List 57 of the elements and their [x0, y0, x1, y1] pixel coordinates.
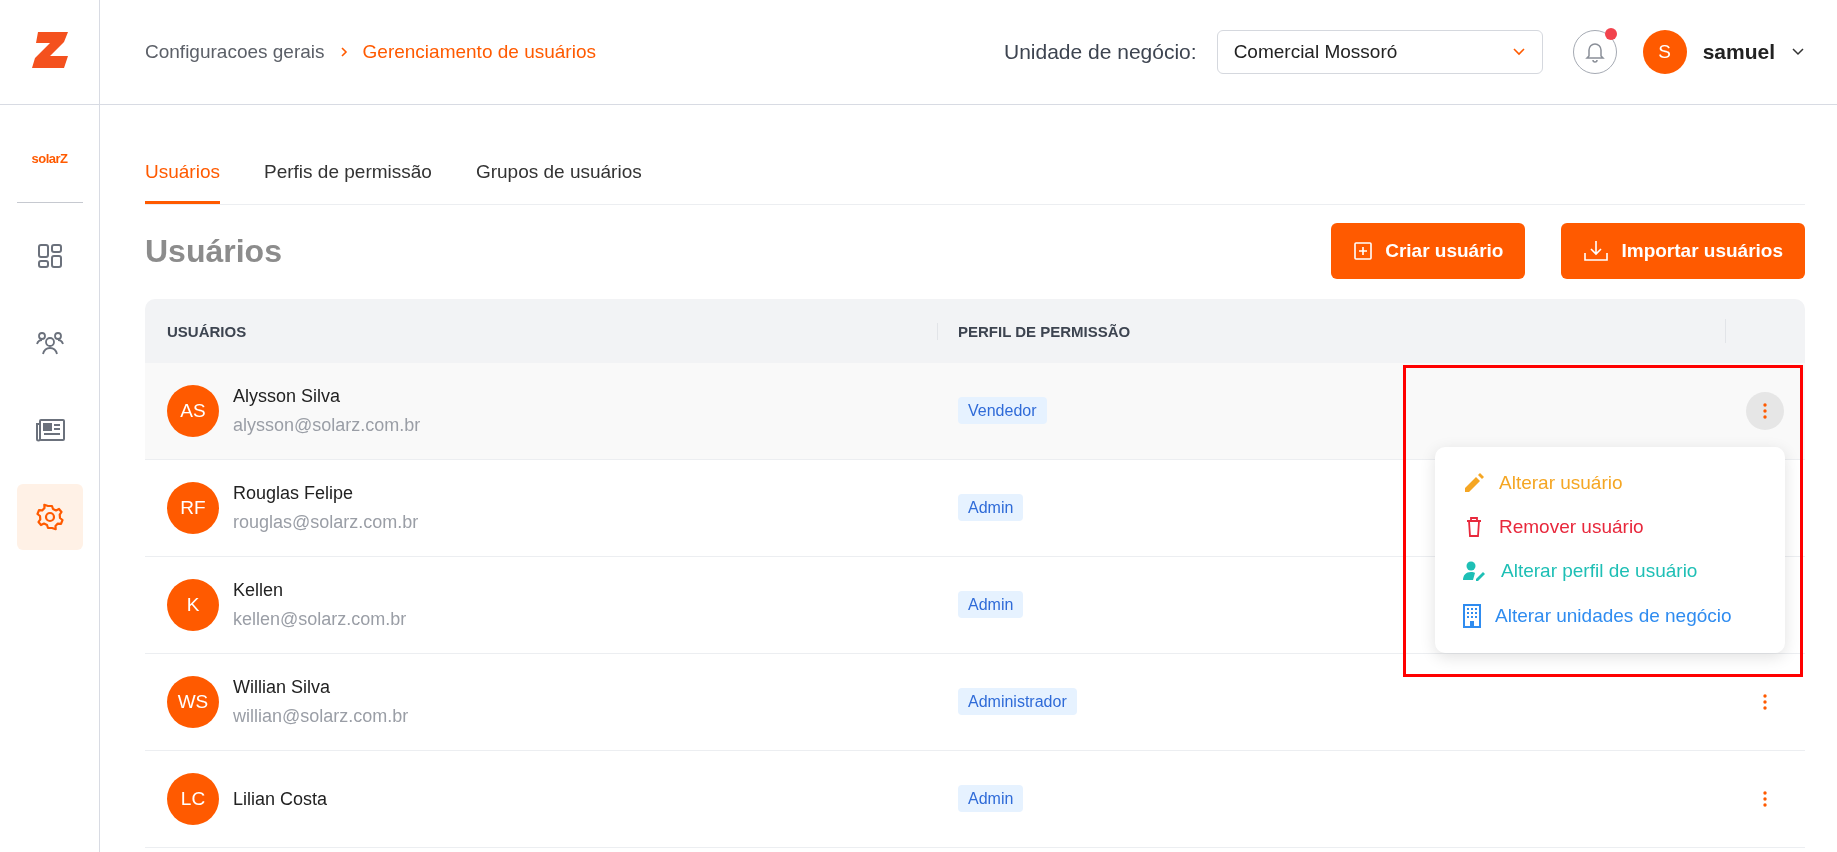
- chevron-right-icon: [338, 46, 349, 58]
- user-name: Kellen: [233, 580, 285, 601]
- more-button[interactable]: [1746, 392, 1784, 430]
- user-avatar: RF: [167, 482, 219, 534]
- breadcrumb-item[interactable]: Configuracoes gerais: [145, 41, 325, 63]
- tab[interactable]: Usuários: [145, 155, 220, 204]
- tab[interactable]: Perfis de permissão: [264, 155, 432, 204]
- page-title: Usuários: [145, 232, 282, 270]
- user-name: Rouglas Felipe: [233, 483, 355, 504]
- user-avatar: LC: [167, 773, 219, 825]
- user-avatar[interactable]: S: [1642, 30, 1687, 74]
- menu-item[interactable]: Remover usuário: [1435, 505, 1785, 549]
- import-button[interactable]: Importar usuários: [1561, 223, 1805, 279]
- pencil-icon: [1463, 472, 1485, 494]
- bell-icon: [1584, 41, 1605, 63]
- menu-item[interactable]: Alterar unidades de negócio: [1435, 593, 1785, 639]
- settings-icon: [35, 503, 64, 531]
- permission-badge: Administrador: [958, 688, 1077, 715]
- permission-badge: Admin: [958, 591, 1024, 618]
- breadcrumb-item: Gerenciamento de usuários: [362, 41, 596, 63]
- user-avatar: AS: [167, 385, 219, 437]
- users-icon: [34, 330, 65, 356]
- newspaper-icon: [33, 418, 66, 442]
- user-email: rouglas@solarz.com.br: [233, 512, 419, 533]
- column-header: PERFIL DE PERMISSÃO: [937, 322, 1725, 340]
- kebab-icon: [1763, 403, 1767, 419]
- business-unit-dropdown[interactable]: Comercial Mossoró: [1216, 30, 1543, 74]
- user-avatar: K: [167, 579, 219, 631]
- tab[interactable]: Grupos de usuários: [475, 155, 642, 204]
- settings-nav-item[interactable]: [16, 484, 83, 550]
- chevron-down-icon: [1511, 47, 1526, 57]
- brand-logo: solarZ: [31, 151, 68, 166]
- permission-badge: Vendedor: [958, 397, 1047, 424]
- menu-item[interactable]: Alterar usuário: [1435, 461, 1785, 505]
- create-button[interactable]: Criar usuário: [1331, 223, 1526, 279]
- user-name: Alysson Silva: [233, 386, 342, 407]
- user-name[interactable]: samuel: [1702, 40, 1775, 64]
- building-icon: [1463, 604, 1481, 628]
- user-name: Lilian Costa: [233, 788, 328, 810]
- kebab-icon: [1763, 694, 1767, 710]
- notification-button[interactable]: [1572, 30, 1617, 74]
- user-email: willian@solarz.com.br: [233, 706, 409, 727]
- permission-badge: Admin: [958, 785, 1024, 812]
- chevron-down-icon[interactable]: [1791, 47, 1805, 57]
- user-email: alysson@solarz.com.br: [233, 415, 421, 436]
- user-edit-icon: [1463, 561, 1487, 581]
- user-avatar: WS: [167, 676, 219, 728]
- download-icon: [1583, 239, 1610, 263]
- column-header: USUÁRIOS: [166, 322, 248, 340]
- user-email: kellen@solarz.com.br: [233, 609, 407, 630]
- user-name: Willian Silva: [233, 677, 332, 698]
- permission-badge: Admin: [958, 494, 1024, 521]
- plus-square-icon: [1353, 241, 1374, 261]
- business-unit-label: Unidade de negócio:: [1003, 40, 1197, 64]
- kebab-icon: [1763, 791, 1767, 807]
- menu-item[interactable]: Alterar perfil de usuário: [1435, 549, 1785, 593]
- grid-icon: [36, 243, 63, 269]
